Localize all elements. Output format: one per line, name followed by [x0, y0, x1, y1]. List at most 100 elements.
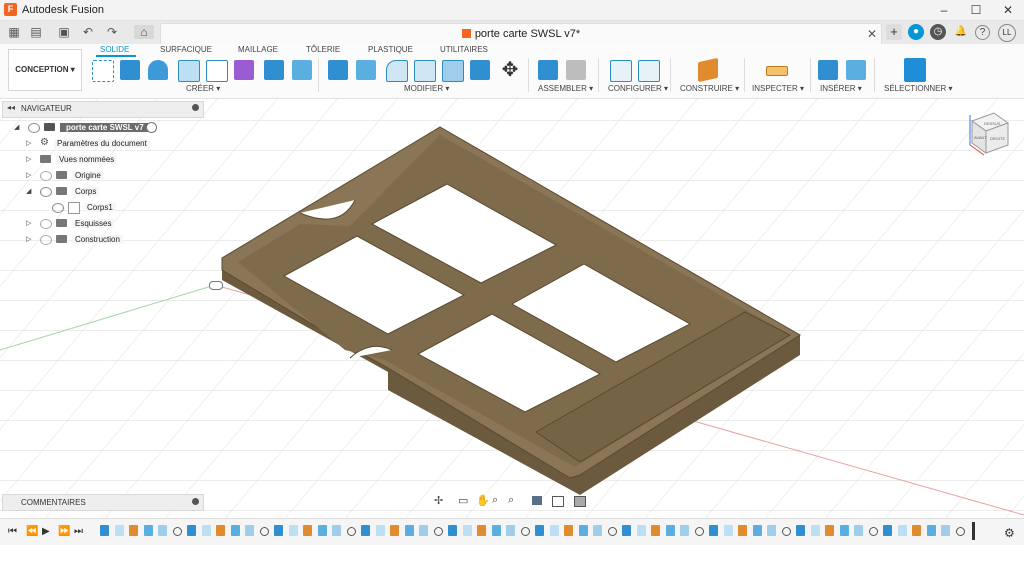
move-copy-icon[interactable]: ✥ [500, 60, 520, 80]
tab-surfacique[interactable]: SURFACIQUE [160, 45, 212, 54]
timeline-feature-icon[interactable] [491, 525, 501, 536]
timeline-feature-icon[interactable] [129, 525, 138, 536]
look-at-icon[interactable]: ▭ [458, 494, 468, 507]
timeline-feature-icon[interactable] [578, 525, 588, 536]
select-cursor-icon[interactable] [904, 58, 926, 82]
help-icon[interactable]: ? [975, 25, 990, 40]
chamfer-icon[interactable] [386, 60, 408, 82]
tree-item-construction[interactable]: ▷ Construction [24, 233, 174, 246]
tab-maillage[interactable]: MAILLAGE [238, 45, 278, 54]
new-component-icon[interactable] [538, 60, 558, 80]
timeline-feature-icon[interactable] [651, 525, 660, 536]
tree-root[interactable]: ◢ porte carte SWSL v7 [14, 121, 164, 134]
tree-item-parametres[interactable]: ▷ ⚙ Paramètres du document [24, 137, 174, 150]
tab-tolerie[interactable]: TÔLERIE [306, 45, 340, 54]
fit-icon[interactable]: ⌕ [508, 494, 514, 507]
group-modifier[interactable]: MODIFIER ▾ [404, 84, 449, 93]
document-tab[interactable]: porte carte SWSL v7* ✕ [160, 23, 882, 45]
visibility-eye-icon[interactable] [28, 123, 40, 133]
timeline-feature-icon[interactable] [926, 525, 936, 536]
timeline-feature-icon[interactable] [448, 525, 457, 536]
scale-icon[interactable] [442, 60, 464, 82]
timeline-feature-icon[interactable] [796, 525, 805, 536]
tree-item-origine[interactable]: ▷ Origine [24, 169, 174, 182]
orbit-icon[interactable]: ✢ [434, 494, 443, 507]
group-creer[interactable]: CRÉER ▾ [186, 84, 220, 93]
tab-plastique[interactable]: PLASTIQUE [368, 45, 413, 54]
close-button[interactable]: ✕ [992, 0, 1024, 20]
grid-settings-icon[interactable] [552, 496, 564, 507]
measure-icon[interactable] [766, 66, 788, 76]
timeline-feature-icon[interactable] [288, 525, 298, 536]
timeline-settings-gear-icon[interactable]: ⚙ [1004, 526, 1015, 540]
timeline-feature-icon[interactable] [781, 527, 791, 536]
timeline-feature-icon[interactable] [404, 525, 414, 536]
timeline-feature-icon[interactable] [143, 525, 153, 536]
timeline-feature-icon[interactable] [709, 525, 718, 536]
timeline-feature-icon[interactable] [346, 527, 356, 536]
timeline-feature-icon[interactable] [361, 525, 370, 536]
insert-derive-icon[interactable] [818, 60, 838, 80]
job-status-icon[interactable]: ◷ [930, 24, 946, 40]
timeline-feature-icon[interactable] [419, 525, 428, 536]
timeline-feature-icon[interactable] [825, 525, 834, 536]
timeline-feature-icon[interactable] [520, 527, 530, 536]
press-pull-icon[interactable] [328, 60, 348, 80]
collapse-arrows-icon[interactable]: ◂◂ [7, 103, 15, 112]
user-avatar[interactable]: LL [998, 24, 1016, 42]
timeline-feature-icon[interactable] [955, 527, 965, 536]
timeline-prev-icon[interactable]: ⏪ [26, 526, 38, 537]
comments-pin-icon[interactable] [192, 498, 199, 505]
extensions-icon[interactable]: ● [908, 24, 924, 40]
timeline-feature-icon[interactable] [230, 525, 240, 536]
apps-grid-icon[interactable]: ▦ [6, 25, 22, 39]
timeline-marker[interactable] [972, 522, 975, 540]
form-icon[interactable] [234, 60, 254, 80]
timeline-feature-icon[interactable] [839, 525, 849, 536]
expand-arrow-icon[interactable]: ◢ [14, 123, 19, 131]
visibility-eye-icon[interactable] [40, 187, 52, 197]
timeline-feature-icon[interactable] [912, 525, 921, 536]
timeline-first-icon[interactable]: ⏮ [8, 526, 17, 537]
timeline-feature-icon[interactable] [245, 525, 254, 536]
save-icon[interactable]: ▣ [56, 25, 72, 39]
split-body-icon[interactable] [470, 60, 490, 80]
timeline-feature-icon[interactable] [694, 527, 704, 536]
box-icon[interactable] [264, 60, 284, 80]
shell-icon[interactable] [414, 60, 436, 82]
timeline-feature-icon[interactable] [767, 525, 776, 536]
file-menu-icon[interactable]: ▤ [28, 25, 44, 39]
timeline-feature-icon[interactable] [375, 525, 385, 536]
tab-utilitaires[interactable]: UTILITAIRES [440, 45, 488, 54]
timeline-feature-icon[interactable] [868, 527, 878, 536]
timeline-feature-icon[interactable] [390, 525, 399, 536]
zoom-icon[interactable]: ⌕ [492, 494, 498, 507]
timeline-feature-icon[interactable] [622, 525, 631, 536]
timeline-feature-icon[interactable] [752, 525, 762, 536]
display-settings-icon[interactable] [532, 496, 542, 505]
timeline-feature-icon[interactable] [883, 525, 892, 536]
timeline-feature-icon[interactable] [506, 525, 515, 536]
timeline-feature-icon[interactable] [332, 525, 341, 536]
tree-item-corps[interactable]: ◢ Corps [24, 185, 174, 198]
group-selectionner[interactable]: SÉLECTIONNER ▾ [884, 84, 952, 93]
timeline-feature-icon[interactable] [433, 527, 443, 536]
close-tab-icon[interactable]: ✕ [867, 27, 877, 41]
timeline-play-icon[interactable]: ▶ [42, 526, 50, 537]
offset-plane-icon[interactable] [698, 57, 718, 83]
redo-icon[interactable]: ↷ [104, 25, 120, 39]
minimize-button[interactable]: – [928, 0, 960, 20]
fillet-icon[interactable] [356, 60, 376, 80]
timeline-feature-icon[interactable] [549, 525, 559, 536]
expand-arrow-icon[interactable]: ▷ [26, 155, 31, 163]
active-radio-icon[interactable] [146, 122, 157, 133]
revolve-icon[interactable] [148, 60, 168, 80]
insert-image-icon[interactable] [846, 60, 866, 80]
timeline-feature-icon[interactable] [114, 525, 124, 536]
visibility-eye-icon[interactable] [52, 203, 64, 213]
group-inserer[interactable]: INSÉRER ▾ [820, 84, 862, 93]
timeline-feature-icon[interactable] [897, 525, 907, 536]
timeline-feature-icon[interactable] [216, 525, 225, 536]
timeline-feature-icon[interactable] [854, 525, 863, 536]
timeline-feature-icon[interactable] [187, 525, 196, 536]
